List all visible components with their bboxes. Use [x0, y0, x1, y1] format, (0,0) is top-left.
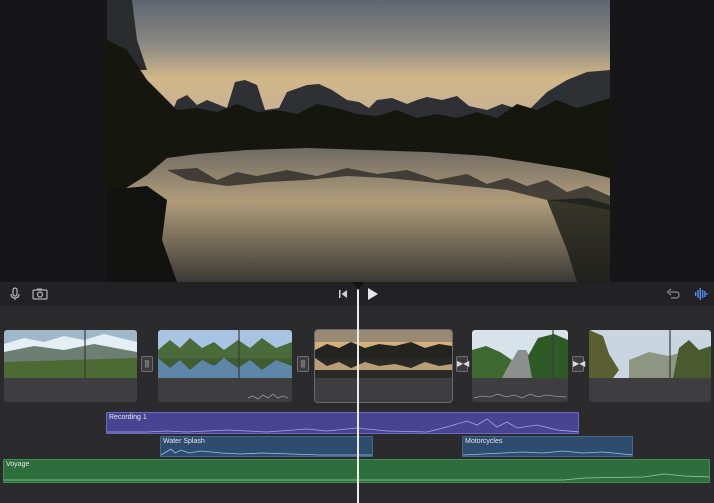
sound-effect-track-water-splash[interactable]: Water Splash: [160, 436, 373, 457]
skip-to-start-icon[interactable]: [334, 285, 352, 303]
undo-icon[interactable]: [664, 285, 682, 303]
voiceover-track-recording[interactable]: Recording 1: [106, 412, 579, 434]
track-label: Recording 1: [109, 414, 147, 421]
transition-button[interactable]: ▶◀: [456, 356, 469, 372]
clip-audio-strip: [158, 378, 292, 402]
clip-audio-strip: [472, 378, 568, 402]
clip-audio-strip: [315, 378, 452, 402]
track-label: Motorcycles: [465, 438, 503, 445]
playhead[interactable]: [357, 282, 359, 503]
video-clip[interactable]: [314, 329, 453, 403]
microphone-icon[interactable]: [6, 285, 24, 303]
clip-audio-strip: [589, 378, 711, 402]
track-label: Voyage: [6, 461, 30, 468]
video-preview[interactable]: [107, 0, 610, 282]
track-label: Water Splash: [163, 438, 205, 445]
camera-icon[interactable]: [31, 285, 49, 303]
transition-button[interactable]: ▶◀: [572, 356, 585, 372]
play-icon[interactable]: [364, 285, 382, 303]
audio-waveform-icon[interactable]: [692, 285, 710, 303]
transition-button[interactable]: ||: [141, 356, 153, 372]
transition-button[interactable]: ||: [297, 356, 309, 372]
video-clip[interactable]: [472, 330, 568, 402]
playhead-marker: [352, 282, 364, 290]
video-clip[interactable]: [4, 330, 137, 402]
video-clip[interactable]: [158, 330, 292, 402]
sound-effect-track-motorcycles[interactable]: Motorcycles: [462, 436, 633, 457]
imovie-editor: || || ▶◀ ▶◀ Recording 1 Water Splash Mot…: [0, 0, 714, 503]
clip-audio-strip: [4, 378, 137, 402]
viewer: [0, 0, 714, 282]
video-clip[interactable]: [589, 330, 711, 402]
